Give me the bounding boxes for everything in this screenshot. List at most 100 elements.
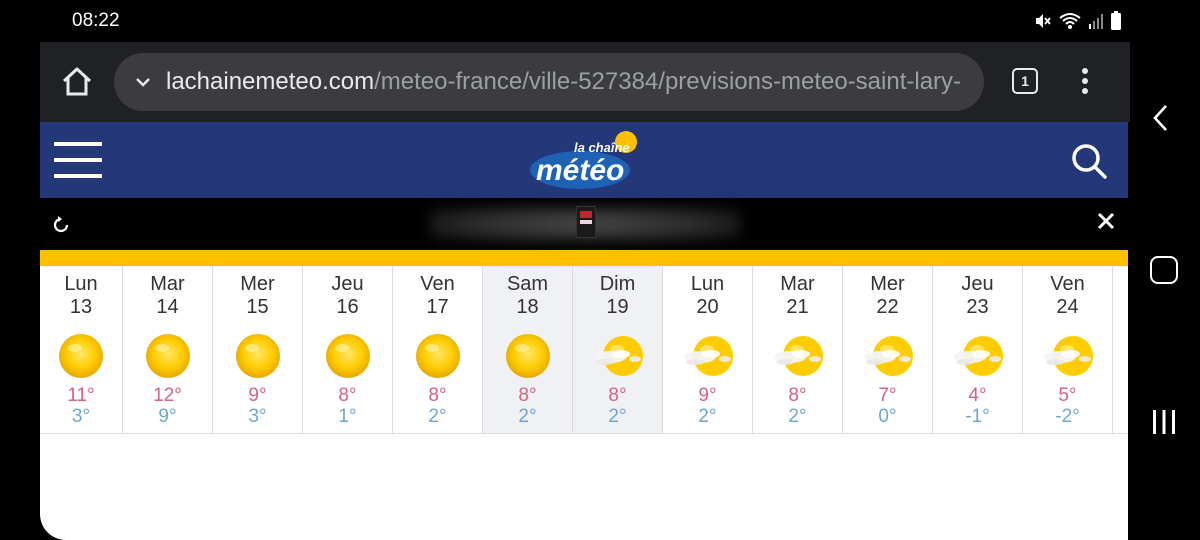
day-date: 22 xyxy=(876,296,899,318)
battery-icon xyxy=(1111,11,1121,30)
min-temp: 3° xyxy=(248,406,267,427)
url-host: lachainemeteo.com xyxy=(166,68,375,95)
day-name: Jeu xyxy=(961,273,994,295)
day-date: 23 xyxy=(966,296,989,318)
chevron-down-icon[interactable] xyxy=(134,73,152,91)
sun-icon xyxy=(233,331,283,381)
web-page: la chaîne météo Lun 13 11° 3° Mar 14 12° 9° Mer 1… xyxy=(40,122,1128,540)
max-temp: 8° xyxy=(788,385,807,406)
mute-icon xyxy=(1036,14,1051,28)
back-icon[interactable] xyxy=(1152,104,1168,132)
forecast-day[interactable]: Jeu 23 4° -1° xyxy=(933,266,1023,433)
forecast-day[interactable]: Ven 24 5° -2° xyxy=(1023,266,1113,433)
more-options-icon[interactable] xyxy=(1080,66,1090,96)
min-temp: 9° xyxy=(158,406,177,427)
forecast-day[interactable]: Ven 17 8° 2° xyxy=(393,266,483,433)
forecast-strip: Lun 13 11° 3° Mar 14 12° 9° Mer 15 9° 3° Jeu 16 8° 1° Ve… xyxy=(40,266,1128,434)
max-temp: 4° xyxy=(968,385,987,406)
address-bar[interactable]: lachainemeteo.com/meteo-france/ville-527… xyxy=(114,53,984,111)
sun-icon xyxy=(323,331,373,381)
day-date: 24 xyxy=(1056,296,1079,318)
max-temp: 8° xyxy=(518,385,537,406)
forecast-day[interactable]: Mer 22 7° 0° xyxy=(843,266,933,433)
max-temp: 5° xyxy=(1058,385,1077,406)
day-name: Lun xyxy=(690,273,725,295)
day-name: Mer xyxy=(240,273,275,295)
sun-haze-icon xyxy=(1043,331,1093,381)
sun-haze-icon xyxy=(593,331,643,381)
sun-haze-icon xyxy=(953,331,1003,381)
min-temp: 1° xyxy=(338,406,357,427)
sun-haze-icon xyxy=(773,331,823,381)
search-icon[interactable] xyxy=(1070,142,1108,180)
reload-icon[interactable] xyxy=(52,216,70,234)
logo-line2: météo xyxy=(536,154,624,187)
day-name: Dim xyxy=(599,273,636,295)
max-temp: 7° xyxy=(878,385,897,406)
min-temp: 3° xyxy=(71,406,91,427)
day-date: 15 xyxy=(246,296,269,318)
min-temp: 2° xyxy=(698,406,717,427)
min-temp: 0° xyxy=(878,406,897,427)
signal-icon xyxy=(1089,14,1103,29)
sun-icon xyxy=(143,331,193,381)
forecast-day[interactable]: Mar 14 12° 9° xyxy=(123,266,213,433)
day-date: 16 xyxy=(336,296,359,318)
day-date: 20 xyxy=(696,296,719,318)
home-nav-button[interactable] xyxy=(1150,256,1178,284)
max-temp: 9° xyxy=(698,385,717,406)
forecast-day[interactable]: Lun 20 9° 2° xyxy=(663,266,753,433)
max-temp: 8° xyxy=(608,385,627,406)
hamburger-menu-icon[interactable] xyxy=(54,142,102,178)
close-icon[interactable] xyxy=(1096,211,1116,231)
day-name: Jeu xyxy=(331,273,364,295)
day-name: Lun xyxy=(64,273,98,295)
day-name: Mer xyxy=(870,273,905,295)
day-name: Mar xyxy=(780,273,815,295)
url-path: /meteo-france/ville-527384/previsions-me… xyxy=(374,68,962,95)
browser-toolbar: lachainemeteo.com/meteo-france/ville-527… xyxy=(40,42,1130,122)
forecast-day[interactable]: Mer 15 9° 3° xyxy=(213,266,303,433)
sun-haze-icon xyxy=(683,331,733,381)
day-date: 14 xyxy=(156,296,179,318)
sun-haze-icon xyxy=(863,331,913,381)
la-chaine-meteo-logo[interactable]: la chaîne météo xyxy=(528,130,640,192)
forecast-day[interactable]: Jeu 16 8° 1° xyxy=(303,266,393,433)
min-temp: -1° xyxy=(965,406,990,427)
forecast-day[interactable]: Mar 21 8° 2° xyxy=(753,266,843,433)
ad-thumbnail xyxy=(576,206,596,238)
wifi-icon xyxy=(1059,13,1081,29)
day-date: 21 xyxy=(786,296,809,318)
max-temp: 9° xyxy=(248,385,267,406)
day-name: Mar xyxy=(150,273,185,295)
sun-icon xyxy=(413,331,463,381)
day-date: 17 xyxy=(426,296,449,318)
max-temp: 12° xyxy=(153,385,182,406)
forecast-day-partial xyxy=(1113,266,1128,433)
url-text[interactable]: lachainemeteo.com/meteo-france/ville-527… xyxy=(166,68,978,96)
day-name: Ven xyxy=(420,273,455,295)
logo-line1: la chaîne xyxy=(574,140,630,155)
min-temp: 2° xyxy=(518,406,537,427)
home-icon[interactable] xyxy=(60,64,94,98)
sun-icon xyxy=(503,331,553,381)
tab-switcher-button[interactable]: 1 xyxy=(1012,68,1038,94)
min-temp: 2° xyxy=(788,406,807,427)
status-time: 08:22 xyxy=(72,10,120,31)
status-bar: 08:22 xyxy=(0,0,1130,42)
min-temp: -2° xyxy=(1055,406,1080,427)
ad-banner xyxy=(40,198,1128,250)
day-date: 19 xyxy=(606,296,629,318)
min-temp: 2° xyxy=(608,406,627,427)
min-temp: 2° xyxy=(428,406,447,427)
accent-bar xyxy=(40,250,1128,266)
forecast-day[interactable]: Sam 18 8° 2° xyxy=(483,266,573,433)
day-date: 13 xyxy=(69,296,93,318)
status-icons xyxy=(1034,11,1122,31)
forecast-day[interactable]: Lun 13 11° 3° xyxy=(40,266,123,433)
recent-apps-icon[interactable] xyxy=(1151,408,1177,436)
sun-icon xyxy=(56,331,106,381)
max-temp: 8° xyxy=(338,385,357,406)
day-name: Sam xyxy=(506,273,549,295)
forecast-day[interactable]: Dim 19 8° 2° xyxy=(573,266,663,433)
